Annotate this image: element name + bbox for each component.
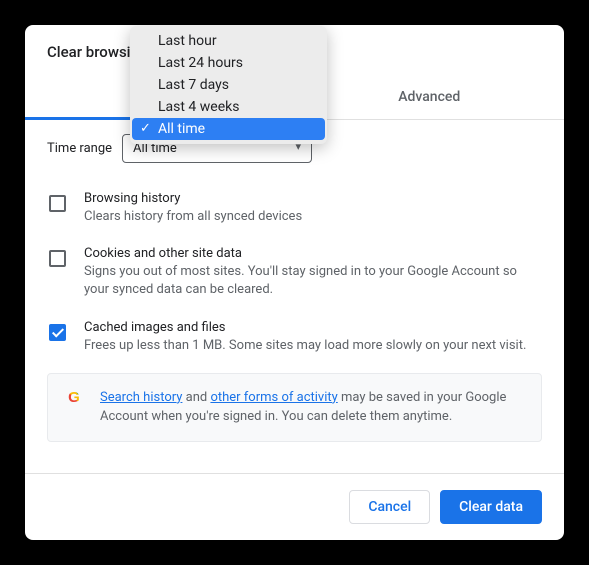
checkbox-cache[interactable]	[49, 324, 66, 341]
time-range-label: Time range	[47, 141, 112, 156]
tab-advanced[interactable]: Advanced	[295, 75, 565, 119]
option-desc: Clears history from all synced devices	[84, 208, 542, 226]
clear-data-button[interactable]: Clear data	[440, 490, 542, 524]
option-browsing-history[interactable]: Browsing history Clears history from all…	[47, 181, 542, 236]
option-title: Cookies and other site data	[84, 246, 542, 261]
search-history-link[interactable]: Search history	[100, 390, 182, 405]
time-range-dropdown[interactable]: Last hour Last 24 hours Last 7 days Last…	[130, 26, 327, 144]
option-desc: Frees up less than 1 MB. Some sites may …	[84, 337, 542, 355]
dialog-footer: Cancel Clear data	[25, 473, 564, 540]
option-cookies[interactable]: Cookies and other site data Signs you ou…	[47, 236, 542, 309]
dialog-content: Time range All time Browsing history Cle…	[25, 120, 564, 473]
google-logo-icon: G	[64, 388, 84, 408]
option-title: Browsing history	[84, 191, 542, 206]
option-text: Browsing history Clears history from all…	[84, 191, 542, 226]
other-activity-link[interactable]: other forms of activity	[210, 390, 337, 405]
dropdown-option-last-hour[interactable]: Last hour	[130, 30, 327, 52]
option-text: Cached images and files Frees up less th…	[84, 320, 542, 355]
info-text: Search history and other forms of activi…	[100, 388, 525, 427]
dropdown-option-all-time[interactable]: All time	[132, 118, 325, 140]
dropdown-option-last-24-hours[interactable]: Last 24 hours	[130, 52, 327, 74]
dropdown-option-last-4-weeks[interactable]: Last 4 weeks	[130, 96, 327, 118]
dropdown-option-last-7-days[interactable]: Last 7 days	[130, 74, 327, 96]
option-cache[interactable]: Cached images and files Frees up less th…	[47, 310, 542, 365]
checkbox-cookies[interactable]	[49, 250, 66, 267]
option-text: Cookies and other site data Signs you ou…	[84, 246, 542, 299]
checkbox-browsing-history[interactable]	[49, 195, 66, 212]
option-desc: Signs you out of most sites. You'll stay…	[84, 263, 542, 299]
cancel-button[interactable]: Cancel	[349, 490, 430, 524]
google-account-info: G Search history and other forms of acti…	[47, 373, 542, 442]
option-title: Cached images and files	[84, 320, 542, 335]
